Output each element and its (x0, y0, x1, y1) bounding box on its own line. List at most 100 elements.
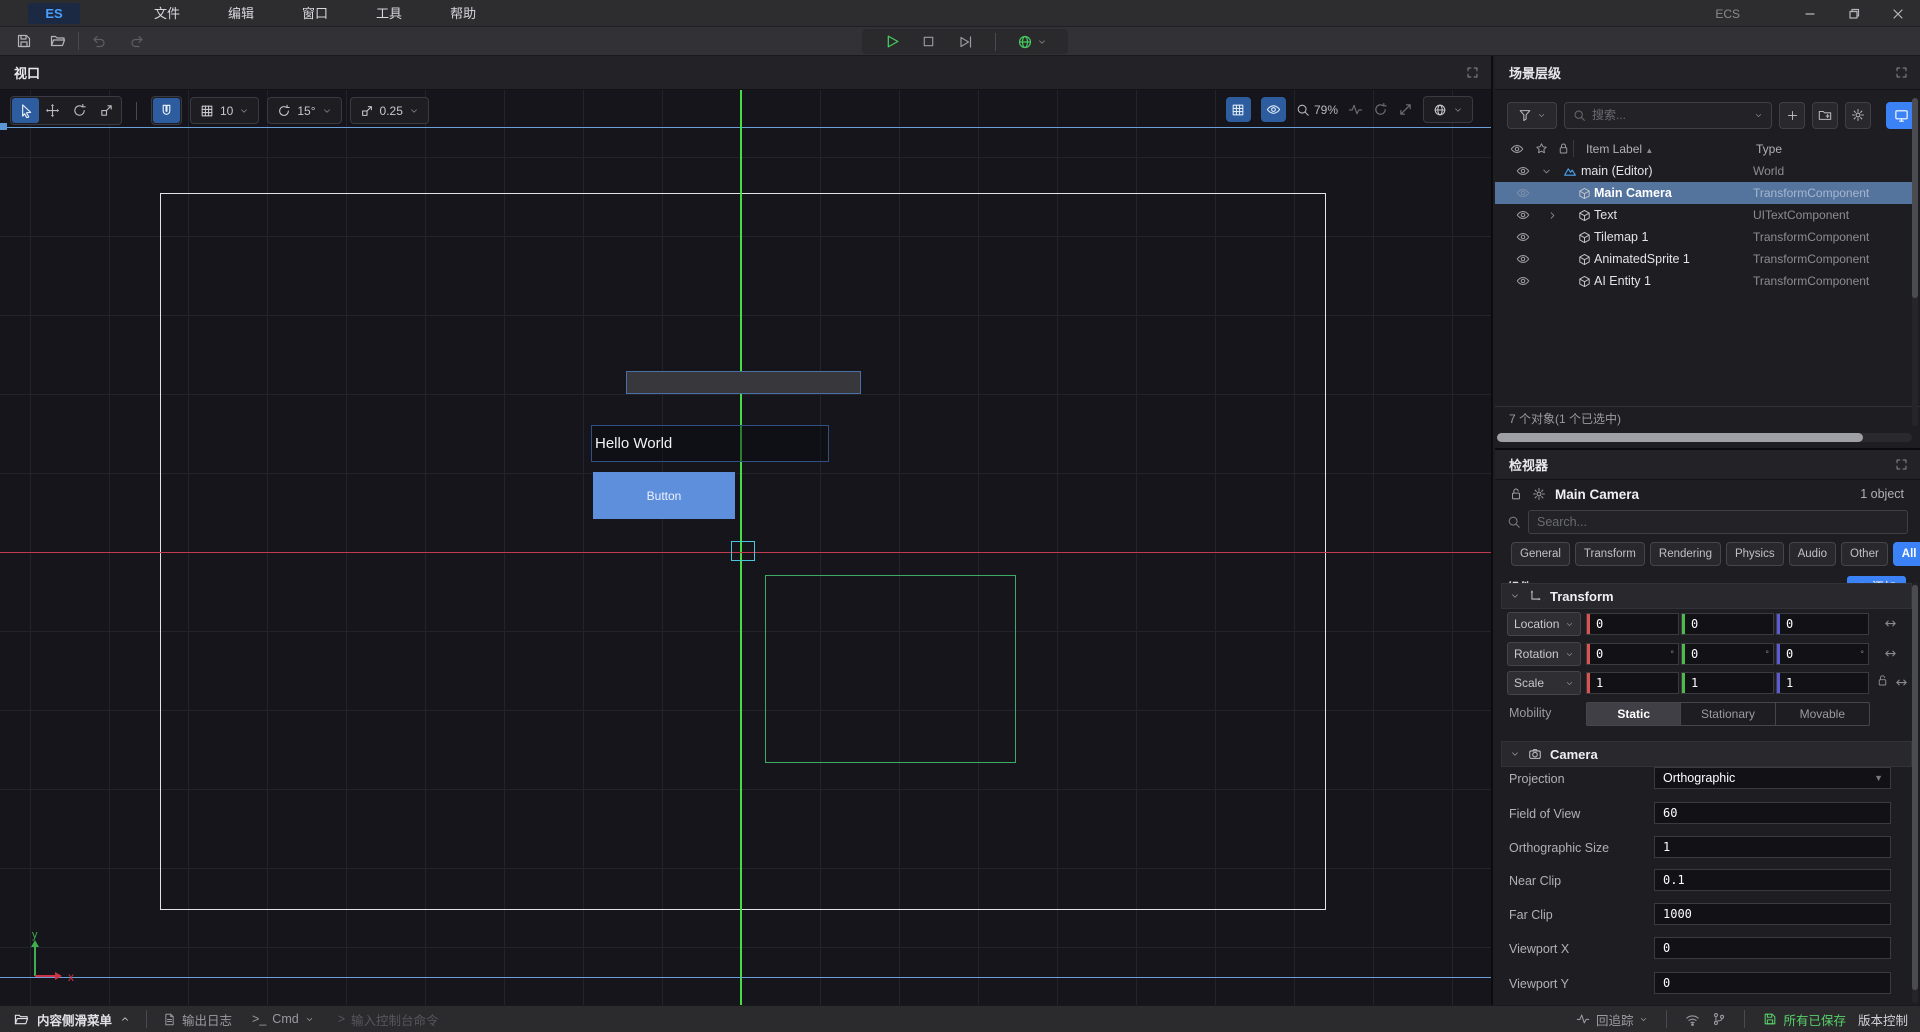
content-drawer-button[interactable]: 内容侧滑菜单 (14, 1010, 130, 1029)
link-axes-icon[interactable] (1883, 646, 1898, 661)
move-tool-button[interactable] (39, 98, 66, 123)
visibility-eye-icon[interactable] (1516, 230, 1530, 244)
step-button[interactable] (957, 34, 973, 50)
redo-button[interactable] (123, 29, 151, 53)
scene-button-entity[interactable]: Button (593, 472, 735, 519)
menu-help[interactable]: 帮助 (426, 0, 500, 27)
trace-dropdown[interactable]: 回追踪 (1576, 1010, 1649, 1029)
open-button[interactable] (44, 29, 72, 53)
visibility-eye-icon[interactable] (1516, 186, 1530, 200)
scale-y-field[interactable] (1681, 672, 1774, 694)
add-folder-button[interactable] (1812, 102, 1838, 129)
location-x-field[interactable] (1586, 613, 1679, 635)
scale-x-field[interactable] (1586, 672, 1679, 694)
mobility-static[interactable]: Static (1587, 703, 1681, 725)
rotation-dropdown[interactable]: Rotation (1507, 642, 1581, 666)
tab-rendering[interactable]: Rendering (1650, 542, 1721, 566)
output-log-button[interactable]: 输出日志 (163, 1010, 232, 1029)
location-dropdown[interactable]: Location (1507, 612, 1581, 636)
lock-open-icon[interactable] (1876, 674, 1889, 687)
viewport-y-field[interactable]: 0 (1654, 972, 1891, 994)
rotate-snap-dropdown[interactable]: 15° (267, 97, 341, 124)
reset-view-button[interactable] (1373, 102, 1388, 117)
view-mode-dropdown[interactable] (1423, 96, 1473, 123)
tree-row-main[interactable]: main (Editor) World (1495, 160, 1912, 182)
tree-row-main-camera[interactable]: Main Camera TransformComponent (1495, 182, 1912, 204)
projection-select[interactable]: Orthographic▼ (1654, 767, 1891, 789)
hierarchy-expand-button[interactable] (1895, 66, 1908, 79)
grid-visibility-button[interactable] (1226, 97, 1251, 122)
scrollbar-thumb[interactable] (1912, 585, 1918, 990)
star-column-icon[interactable] (1535, 142, 1548, 155)
zoom-level-control[interactable]: 79% (1296, 103, 1338, 117)
menu-window[interactable]: 窗口 (278, 0, 352, 27)
inspector-vscrollbar[interactable] (1912, 583, 1918, 1003)
hierarchy-search-input[interactable] (1592, 108, 1748, 122)
link-axes-icon[interactable] (1883, 616, 1898, 631)
visibility-eye-icon[interactable] (1516, 274, 1530, 288)
console-command-input[interactable]: > 输入控制台命令 (338, 1010, 439, 1029)
location-y-field[interactable] (1681, 613, 1774, 635)
lock-column-icon[interactable] (1557, 142, 1570, 155)
rotate-tool-button[interactable] (66, 98, 93, 123)
location-z-field[interactable] (1776, 613, 1869, 635)
tab-physics[interactable]: Physics (1726, 542, 1784, 566)
visibility-eye-icon[interactable] (1516, 208, 1530, 222)
save-button[interactable] (10, 29, 38, 53)
selection-box[interactable] (731, 541, 755, 561)
play-button[interactable] (883, 33, 900, 50)
gear-icon[interactable] (1532, 487, 1546, 501)
tab-audio[interactable]: Audio (1789, 542, 1836, 566)
tree-row-ai-entity[interactable]: AI Entity 1 TransformComponent (1495, 270, 1912, 292)
stats-toggle-button[interactable] (1348, 102, 1363, 117)
scrollbar-thumb[interactable] (1912, 98, 1918, 298)
scale-tool-button[interactable] (93, 98, 120, 123)
visibility-eye-icon[interactable] (1516, 252, 1530, 266)
camera-section-header[interactable]: Camera (1501, 741, 1912, 767)
network-status-icon[interactable] (1685, 1012, 1700, 1027)
stop-button[interactable] (921, 34, 936, 49)
tab-general[interactable]: General (1511, 542, 1570, 566)
rotation-x-field[interactable]: ° (1586, 643, 1679, 665)
scrollbar-thumb[interactable] (1497, 433, 1863, 442)
scale-z-field[interactable] (1776, 672, 1869, 694)
mobility-movable[interactable]: Movable (1776, 703, 1869, 725)
menu-file[interactable]: 文件 (130, 0, 204, 27)
lock-icon[interactable] (1509, 487, 1523, 501)
item-label-column[interactable]: Item Label ▲ (1586, 142, 1653, 156)
mobility-stationary[interactable]: Stationary (1681, 703, 1775, 725)
hierarchy-hscrollbar[interactable] (1497, 433, 1912, 442)
inspector-search-input[interactable] (1528, 510, 1908, 534)
scene-text-entity[interactable]: Hello World (591, 425, 829, 462)
scale-snap-dropdown[interactable]: 0.25 (350, 97, 429, 124)
fullscreen-button[interactable] (1398, 102, 1413, 117)
tree-row-tilemap[interactable]: Tilemap 1 TransformComponent (1495, 226, 1912, 248)
scene-canvas[interactable]: Hello World Button y x (0, 90, 1491, 1005)
run-target-dropdown[interactable] (1017, 34, 1047, 50)
viewport-x-field[interactable]: 0 (1654, 937, 1891, 959)
visibility-eye-icon[interactable] (1516, 164, 1530, 178)
save-status[interactable]: 所有已保存 (1763, 1010, 1846, 1029)
inspector-expand-button[interactable] (1895, 458, 1908, 471)
ortho-size-field[interactable]: 1 (1654, 836, 1891, 858)
branch-status-icon[interactable] (1712, 1012, 1726, 1026)
snap-toggle-button[interactable] (153, 98, 180, 123)
scale-dropdown[interactable]: Scale (1507, 671, 1581, 695)
close-button[interactable] (1876, 0, 1920, 27)
undo-button[interactable] (85, 29, 113, 53)
type-column[interactable]: Type (1756, 142, 1782, 156)
guide-handle[interactable] (0, 123, 7, 130)
hierarchy-settings-button[interactable] (1845, 102, 1871, 129)
tree-row-text[interactable]: Text UITextComponent (1495, 204, 1912, 226)
grid-snap-dropdown[interactable]: 10 (190, 97, 259, 124)
collapse-chevron-icon[interactable] (1541, 166, 1552, 177)
fov-field[interactable]: 60 (1654, 802, 1891, 824)
gizmo-visibility-button[interactable] (1261, 97, 1286, 122)
tree-row-animatedsprite[interactable]: AnimatedSprite 1 TransformComponent (1495, 248, 1912, 270)
hierarchy-vscrollbar[interactable] (1912, 98, 1918, 426)
menu-tools[interactable]: 工具 (352, 0, 426, 27)
tab-other[interactable]: Other (1841, 542, 1888, 566)
rotation-z-field[interactable]: ° (1776, 643, 1869, 665)
version-control-button[interactable]: 版本控制 (1858, 1010, 1908, 1029)
maximize-button[interactable] (1832, 0, 1876, 27)
